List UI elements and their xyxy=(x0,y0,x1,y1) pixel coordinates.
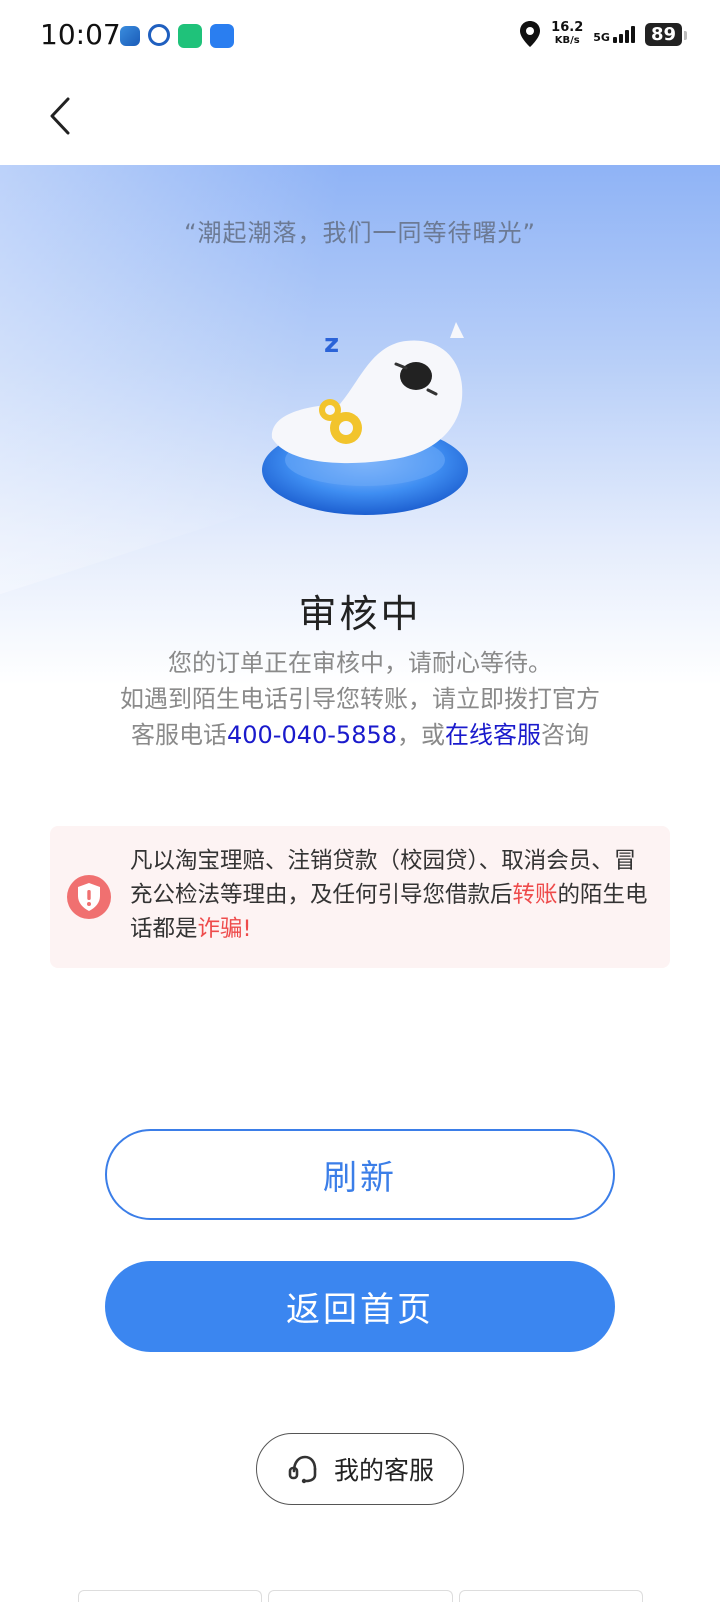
bottom-edge-segment xyxy=(268,1590,453,1602)
status-time: 10:07 xyxy=(40,18,121,51)
app-notification-icon xyxy=(148,24,170,46)
service-button-label: 我的客服 xyxy=(333,1456,434,1485)
status-title: 审核中 xyxy=(298,592,422,636)
description-line: 您的订单正在审核中，请耐心等待。 xyxy=(168,649,552,677)
network-speed: 16.2 KB/s xyxy=(551,21,583,47)
refresh-button[interactable]: 刷新 xyxy=(105,1129,615,1220)
shield-alert-icon xyxy=(67,875,111,919)
network-speed-unit: KB/s xyxy=(554,35,580,46)
warning-highlight-transfer: 转账 xyxy=(512,882,558,908)
signal-bars-icon xyxy=(612,25,635,43)
battery-indicator: 89 xyxy=(644,22,688,46)
bottom-edge-segment xyxy=(78,1590,263,1602)
back-arrow-icon[interactable] xyxy=(40,93,80,139)
cellular-signal: 5G xyxy=(593,25,635,43)
phone-link[interactable]: 400-040-5858 xyxy=(227,721,397,749)
online-service-link[interactable]: 在线客服 xyxy=(445,721,541,749)
headset-icon xyxy=(288,1455,317,1484)
status-bar: 10:07 16.2 KB/s 5G 89 xyxy=(0,0,720,75)
bottom-edge-decoration xyxy=(78,1590,643,1602)
fraud-warning-card: 凡以淘宝理赔、注销贷款（校园贷）、取消会员、冒充公检法等理由，及任何引导您借款后… xyxy=(50,826,670,968)
back-home-button[interactable]: 返回首页 xyxy=(105,1261,615,1352)
broadcast-notification-icon xyxy=(210,24,234,48)
description-text: 咨询 xyxy=(541,721,589,749)
app-notification-icon xyxy=(120,26,140,46)
fraud-warning-text: 凡以淘宝理赔、注销贷款（校园贷）、取消会员、冒充公检法等理由，及任何引导您借款后… xyxy=(130,844,650,946)
my-customer-service-button[interactable]: 我的客服 xyxy=(256,1433,464,1505)
location-icon xyxy=(520,21,541,47)
hero-quote: “潮起潮落，我们一同等待曙光” xyxy=(184,219,536,247)
review-description: 您的订单正在审核中，请耐心等待。 如遇到陌生电话引导您转账，请立即拨打官方 客服… xyxy=(60,645,660,753)
phone-notification-icon xyxy=(178,24,202,48)
bottom-edge-segment xyxy=(458,1590,643,1602)
description-line: 如遇到陌生电话引导您转账，请立即拨打官方 xyxy=(120,685,600,713)
description-line: 客服电话400-040-5858，或在线客服咨询 xyxy=(60,717,660,753)
notification-icons xyxy=(120,24,234,48)
description-text: 客服电话 xyxy=(130,721,227,749)
status-indicators: 16.2 KB/s 5G 89 xyxy=(519,20,688,48)
svg-text:z: z xyxy=(324,329,339,359)
hero-banner: “潮起潮落，我们一同等待曙光” z 审核中 xyxy=(0,165,720,685)
description-text: ，或 xyxy=(397,721,445,749)
network-speed-value: 16.2 xyxy=(551,20,584,35)
sleeping-seal-mascot-icon: z xyxy=(262,322,468,515)
nav-bar xyxy=(0,75,720,165)
warning-highlight-fraud: 诈骗! xyxy=(197,916,252,942)
network-type: 5G xyxy=(593,31,610,44)
